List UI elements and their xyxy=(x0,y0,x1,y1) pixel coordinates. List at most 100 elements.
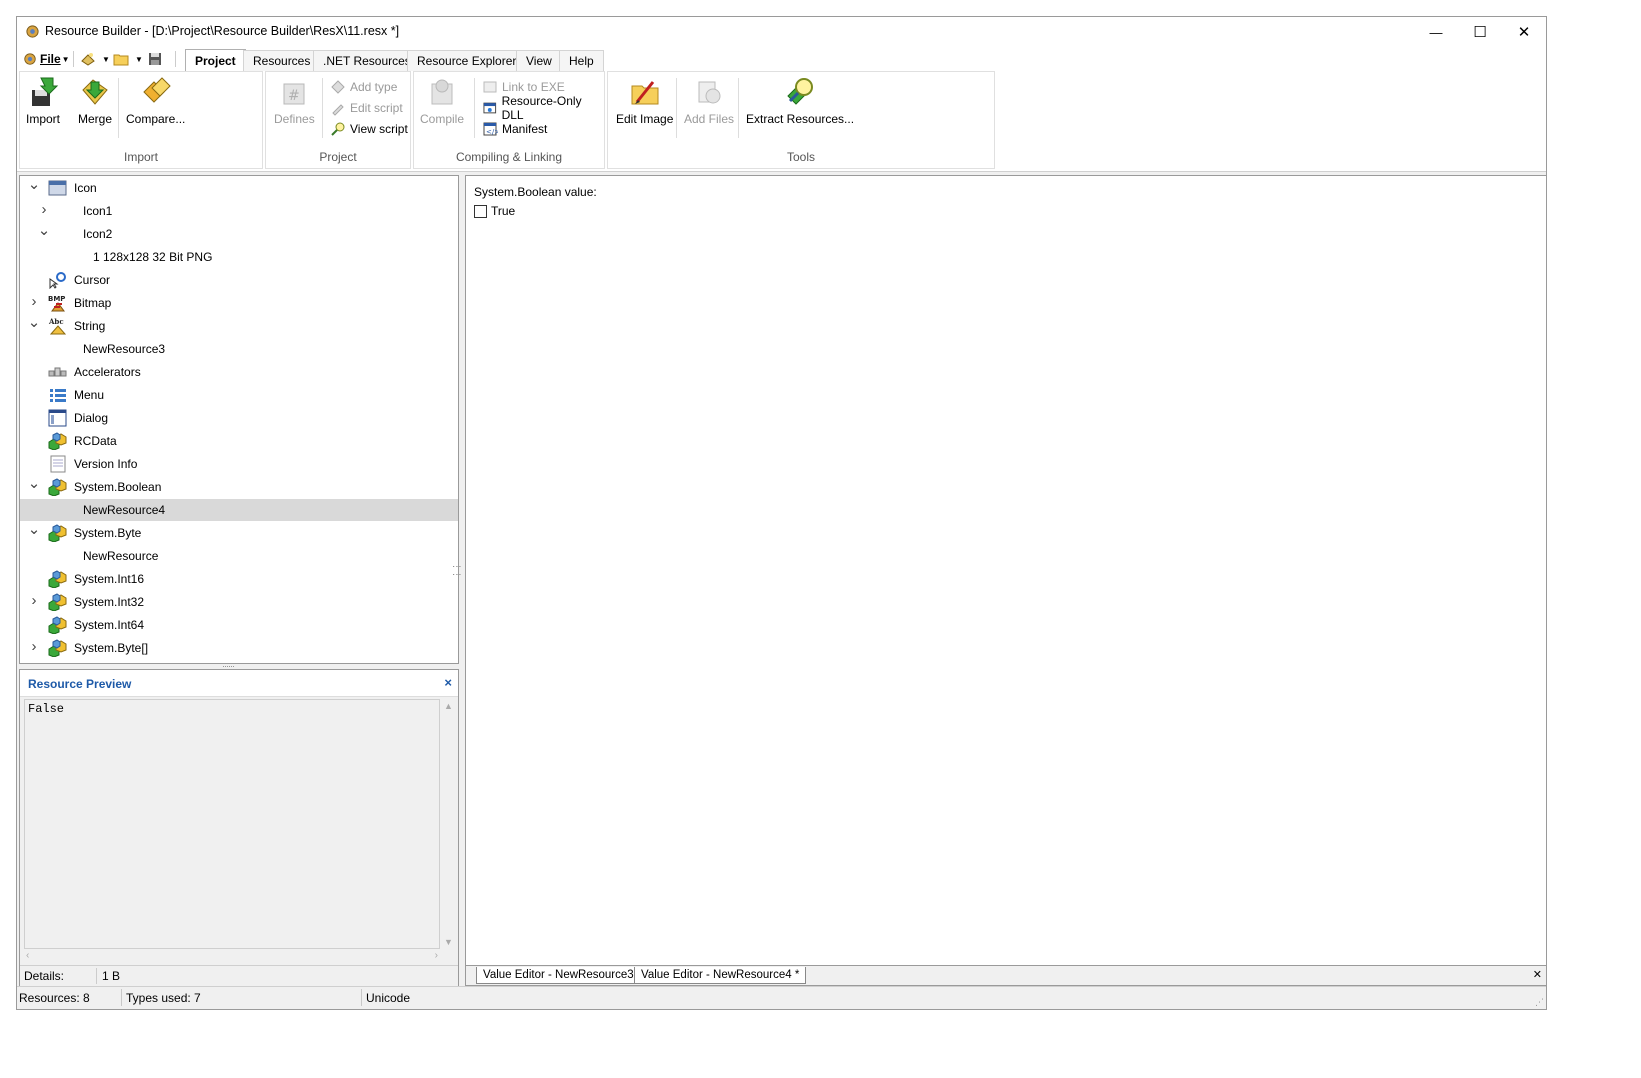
resize-grip-icon[interactable]: ⋰ xyxy=(1535,997,1544,1008)
defines-button[interactable]: # Defines xyxy=(274,76,315,126)
preview-vertical-scrollbar[interactable]: ▲ ▼ xyxy=(442,699,456,949)
scroll-up-icon[interactable]: ▲ xyxy=(444,701,453,711)
true-checkbox-label: True xyxy=(491,204,516,218)
tree-node[interactable]: ⌄ Icon xyxy=(20,176,458,199)
scroll-left-icon[interactable]: ‹ xyxy=(26,950,29,961)
new-dropdown-icon[interactable]: ▼ xyxy=(102,55,110,64)
ribbon-group-tools: Edit Image Add Files Extract Resources..… xyxy=(607,71,995,169)
doc-tab-newresource3[interactable]: Value Editor - NewResource3 * xyxy=(476,967,649,984)
details-value: 1 B xyxy=(102,969,121,983)
tree-node[interactable]: System.Int16 xyxy=(20,568,458,590)
tree-node[interactable]: NewResource xyxy=(20,545,458,567)
expand-chevron-right-icon[interactable]: › xyxy=(28,293,40,310)
resource-preview-panel: Resource Preview × False ▲ ▼ ‹ › Details… xyxy=(19,669,459,987)
tree-node[interactable]: ⌄ System.Byte xyxy=(20,521,458,544)
file-menu-label: File xyxy=(40,52,61,66)
compare-button-label: Compare... xyxy=(126,112,186,126)
tree-node[interactable]: ⌄ Abc String xyxy=(20,314,458,337)
tree-node-label: System.Int16 xyxy=(74,572,145,586)
doc-tab-close-icon[interactable]: ✕ xyxy=(1533,968,1542,981)
minimize-button[interactable]: — xyxy=(1414,17,1458,47)
tab-help[interactable]: Help xyxy=(559,50,604,71)
tree-node[interactable]: › System.Byte[] xyxy=(20,637,458,659)
compare-button[interactable]: Compare... xyxy=(126,76,185,126)
true-checkbox[interactable]: True xyxy=(474,204,515,218)
tree-node[interactable]: NewResource4 xyxy=(20,499,458,521)
scroll-right-icon[interactable]: › xyxy=(435,950,438,961)
add-type-button[interactable]: Add type xyxy=(330,78,397,96)
save-button[interactable] xyxy=(148,50,162,68)
tree-node[interactable]: ⌄ System.Boolean xyxy=(20,475,458,498)
compile-button[interactable]: Compile xyxy=(420,76,464,126)
app-window: Resource Builder - [D:\Project\Resource … xyxy=(16,16,1547,1010)
expand-chevron-right-icon[interactable]: › xyxy=(38,201,50,218)
tree-node-label: Version Info xyxy=(74,457,138,471)
ribbon-group-project-label: Project xyxy=(319,150,357,164)
tree-node[interactable]: Cursor xyxy=(20,269,458,291)
manifest-button[interactable]: </> Manifest xyxy=(482,120,547,138)
tab-resource-explorer[interactable]: Resource Explorer xyxy=(407,50,527,71)
scroll-down-icon[interactable]: ▼ xyxy=(444,937,453,947)
tree-node-label: Menu xyxy=(74,388,105,402)
tree-node[interactable]: Menu xyxy=(20,384,458,406)
compare-icon xyxy=(142,77,171,103)
add-files-label: Add Files xyxy=(684,112,735,126)
tree-node[interactable]: ⌄ Icon2 xyxy=(20,222,458,245)
expand-chevron-down-icon[interactable]: ⌄ xyxy=(28,176,41,193)
ribbon-group-compiling: Compile Link to EXE Resource-Only DLL </… xyxy=(413,71,605,169)
tab-resources[interactable]: Resources xyxy=(243,50,321,71)
tree-node-label: NewResource3 xyxy=(83,342,166,356)
tab-net-resources[interactable]: .NET Resources xyxy=(313,50,421,71)
tree-node[interactable]: Dialog xyxy=(20,407,458,429)
resource-only-dll-button[interactable]: Resource-Only DLL xyxy=(482,94,604,122)
doc-tab-newresource4[interactable]: Value Editor - NewResource4 * xyxy=(634,967,807,984)
vertical-splitter[interactable]: ⋮⋮ xyxy=(452,562,462,592)
close-button[interactable]: ✕ xyxy=(1502,17,1546,47)
expand-chevron-right-icon[interactable]: › xyxy=(28,638,40,655)
edit-image-button[interactable]: Edit Image xyxy=(616,76,673,126)
tree-node-label: NewResource4 xyxy=(83,503,166,517)
preview-horizontal-scrollbar[interactable]: ‹ › xyxy=(24,950,440,964)
tree-node[interactable]: RCData xyxy=(20,430,458,452)
add-files-button[interactable]: Add Files xyxy=(684,76,734,126)
expand-chevron-down-icon[interactable]: ⌄ xyxy=(28,475,41,492)
details-bar: Details: 1 B xyxy=(20,965,458,986)
tree-node-label: Icon xyxy=(74,181,97,195)
file-menu-button[interactable]: File ▼ xyxy=(23,50,70,68)
ribbon: Import Merge Compare... Import # Defines… xyxy=(17,71,1546,172)
tree-node[interactable]: Version Info xyxy=(20,453,458,475)
tree-node[interactable]: System.Int64 xyxy=(20,614,458,636)
tree-node[interactable]: › Icon1 xyxy=(20,200,458,222)
document-tab-bar: Value Editor - NewResource3 * Value Edit… xyxy=(465,966,1547,986)
checkbox-box[interactable] xyxy=(474,204,487,218)
merge-button[interactable]: Merge xyxy=(78,76,112,126)
ribbon-group-project: # Defines Add type Edit script View scri… xyxy=(265,71,411,169)
extract-resources-button[interactable]: Extract Resources... xyxy=(746,76,854,126)
import-button[interactable]: Import xyxy=(26,76,60,126)
new-resource-button[interactable]: ▼ xyxy=(80,50,110,68)
maximize-button[interactable]: ☐ xyxy=(1458,17,1502,47)
tab-view[interactable]: View xyxy=(516,50,562,71)
status-resources-count: Resources: 8 xyxy=(19,991,90,1005)
resource-preview-content[interactable]: False xyxy=(24,699,440,949)
resource-tree[interactable]: ⌄ Icon › Icon1 ⌄ Icon2 1 128x128 32 Bit PNG Cur… xyxy=(19,175,459,664)
cursor-icon xyxy=(48,271,68,290)
expand-chevron-right-icon[interactable]: › xyxy=(28,592,40,609)
doc-tab-newresource4-label: Value Editor - NewResource4 * xyxy=(641,969,800,981)
tree-node[interactable]: 1 128x128 32 Bit PNG xyxy=(20,246,458,268)
tree-node[interactable]: NewResource3 xyxy=(20,338,458,360)
expand-chevron-down-icon[interactable]: ⌄ xyxy=(38,222,51,239)
tree-node[interactable]: › System.Int32 xyxy=(20,591,458,613)
open-button[interactable]: ▼ xyxy=(113,50,143,68)
dialog-icon xyxy=(48,409,68,427)
tree-node[interactable]: Accelerators xyxy=(20,361,458,383)
cubes-icon xyxy=(48,432,68,451)
tab-project[interactable]: Project xyxy=(185,49,246,71)
expand-chevron-down-icon[interactable]: ⌄ xyxy=(28,521,41,538)
view-script-button[interactable]: View script xyxy=(330,120,408,138)
expand-chevron-down-icon[interactable]: ⌄ xyxy=(28,314,41,331)
edit-script-button[interactable]: Edit script xyxy=(330,99,403,117)
open-dropdown-icon[interactable]: ▼ xyxy=(135,55,143,64)
resource-preview-close-icon[interactable]: × xyxy=(444,675,452,690)
tree-node[interactable]: › BMP Bitmap xyxy=(20,292,458,314)
